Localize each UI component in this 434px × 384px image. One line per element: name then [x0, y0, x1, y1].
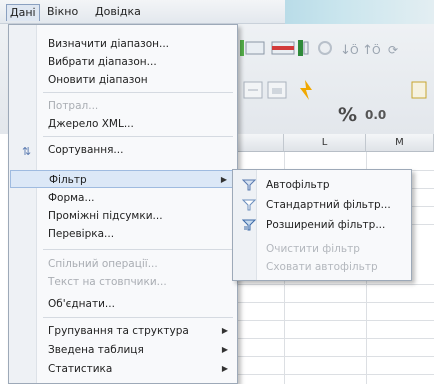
- menu-item-label: Джерело XML...: [48, 118, 134, 130]
- autofilter-icon: [242, 179, 256, 191]
- standard-filter-icon: [242, 199, 256, 211]
- submenu-item-label: Очистити фільтр: [266, 243, 360, 255]
- menu-item-text-to-columns: Текст на стовпчики...: [10, 273, 236, 291]
- menu-item-multiple-operations: Спільний операції...: [10, 255, 236, 273]
- menu-separator: [43, 92, 233, 93]
- menu-item-label: Текст на стовпчики...: [48, 276, 167, 288]
- menu-item-filter[interactable]: Фільтр ▶: [10, 170, 236, 188]
- menu-item-label: Сортування...: [48, 144, 124, 156]
- menu-item-label: Оновити діапазон: [48, 74, 148, 86]
- menu-item-form[interactable]: Форма...: [10, 189, 236, 207]
- menu-item-validation[interactable]: Перевірка...: [10, 225, 236, 243]
- menu-item-label: Спільний операції...: [48, 258, 158, 270]
- menu-item-label: Проміжні підсумки...: [48, 210, 163, 222]
- submenu-item-hide-autofilter: Сховати автофільтр: [234, 258, 410, 276]
- sort-ascending-icon[interactable]: ↓ Ö: [340, 43, 359, 58]
- column-header-m[interactable]: M: [366, 134, 434, 152]
- submenu-arrow-icon: ▶: [221, 345, 228, 354]
- submenu-arrow-icon: ▶: [221, 326, 228, 335]
- percent-format-button[interactable]: %: [338, 104, 357, 126]
- grid-line: [238, 320, 434, 321]
- menu-item-label: Вибрати діапазон...: [48, 56, 157, 68]
- filter-submenu: Автофільтр Стандартний фільтр... Розшире…: [232, 169, 412, 281]
- data-menu: Визначити діапазон... Вибрати діапазон..…: [8, 24, 238, 384]
- column-header-k[interactable]: [238, 134, 284, 152]
- menu-item-statistics[interactable]: Статистика ▶: [10, 360, 236, 378]
- number-format-button[interactable]: 0.0: [365, 108, 386, 122]
- menu-item-label: Статистика: [48, 363, 113, 375]
- insert-rows-icon[interactable]: [240, 40, 265, 56]
- menu-item-group-outline[interactable]: Групування та структура ▶: [10, 322, 236, 340]
- advanced-filter-icon: [242, 219, 256, 231]
- menu-item-consolidate[interactable]: Об'єднати...: [10, 295, 236, 313]
- menu-item-label: Фільтр: [49, 174, 87, 186]
- currency-icon[interactable]: [300, 80, 312, 100]
- menu-item-select-range[interactable]: Вибрати діапазон...: [10, 53, 236, 71]
- menu-window[interactable]: Вікно: [44, 4, 81, 21]
- submenu-item-label: Розширений фільтр...: [266, 219, 386, 231]
- submenu-item-advanced-filter[interactable]: Розширений фільтр...: [234, 216, 410, 234]
- title-decoration: [285, 0, 434, 24]
- grid-line: [238, 356, 434, 357]
- menu-item-define-range[interactable]: Визначити діапазон...: [10, 35, 236, 53]
- menu-item-label: Групування та структура: [48, 325, 189, 337]
- menu-item-sort[interactable]: ⇅ Сортування...: [10, 141, 236, 159]
- submenu-item-label: Автофільтр: [266, 179, 330, 191]
- menu-item-label: Зведена таблиця: [48, 344, 144, 356]
- merge-cells-icon[interactable]: [243, 81, 263, 99]
- wrap-text-icon[interactable]: [267, 81, 287, 99]
- sort-icon: ⇅: [22, 145, 32, 158]
- screen: Дані Вікно Довідка ↓ Ö ↑ Ö ⟳ % 0.0 L M В…: [0, 0, 434, 384]
- menu-item-subtotals[interactable]: Проміжні підсумки...: [10, 207, 236, 225]
- submenu-arrow-icon: ▶: [221, 364, 228, 373]
- menu-item-label: Визначити діапазон...: [48, 38, 170, 50]
- submenu-item-autofilter[interactable]: Автофільтр: [234, 176, 410, 194]
- svg-text:⟳: ⟳: [388, 43, 398, 57]
- menu-item-refresh-range[interactable]: Оновити діапазон: [10, 71, 236, 89]
- menu-item-label: Потрал...: [48, 100, 99, 112]
- menu-item-xml-source[interactable]: Джерело XML...: [10, 115, 236, 133]
- menu-item-label: Форма...: [48, 192, 95, 204]
- menu-help[interactable]: Довідка: [92, 4, 144, 21]
- grid-line: [238, 284, 434, 285]
- menu-separator: [43, 136, 233, 137]
- menu-data[interactable]: Дані: [6, 4, 40, 21]
- delete-rows-icon[interactable]: [271, 41, 295, 55]
- submenu-item-label: Стандартний фільтр...: [266, 199, 391, 211]
- submenu-arrow-icon: ▶: [220, 175, 227, 184]
- grid-line: [238, 302, 434, 303]
- menu-item-pivot-table[interactable]: Зведена таблиця ▶: [10, 341, 236, 359]
- more-toolbar-icon[interactable]: ⟳: [388, 43, 398, 57]
- grid-line: [238, 338, 434, 339]
- submenu-item-remove-filter: Очистити фільтр: [234, 240, 410, 258]
- sort-descending-icon[interactable]: ↑ Ö: [362, 43, 381, 58]
- delete-columns-icon[interactable]: [298, 40, 309, 56]
- menu-item-streams: Потрал...: [10, 97, 236, 115]
- menu-bar: Дані Вікно Довідка: [0, 0, 434, 24]
- menu-item-label: Об'єднати...: [48, 298, 115, 310]
- link-icon[interactable]: [318, 41, 332, 55]
- border-icon[interactable]: [411, 81, 427, 99]
- menu-separator: [43, 317, 233, 318]
- grid-line: [238, 374, 434, 375]
- column-header-l[interactable]: L: [284, 134, 366, 152]
- submenu-item-standard-filter[interactable]: Стандартний фільтр...: [234, 196, 410, 214]
- menu-item-label: Перевірка...: [48, 228, 115, 240]
- svg-text:Ö: Ö: [372, 44, 381, 57]
- menu-separator: [43, 249, 233, 250]
- submenu-item-label: Сховати автофільтр: [266, 261, 378, 273]
- svg-text:Ö: Ö: [350, 44, 359, 57]
